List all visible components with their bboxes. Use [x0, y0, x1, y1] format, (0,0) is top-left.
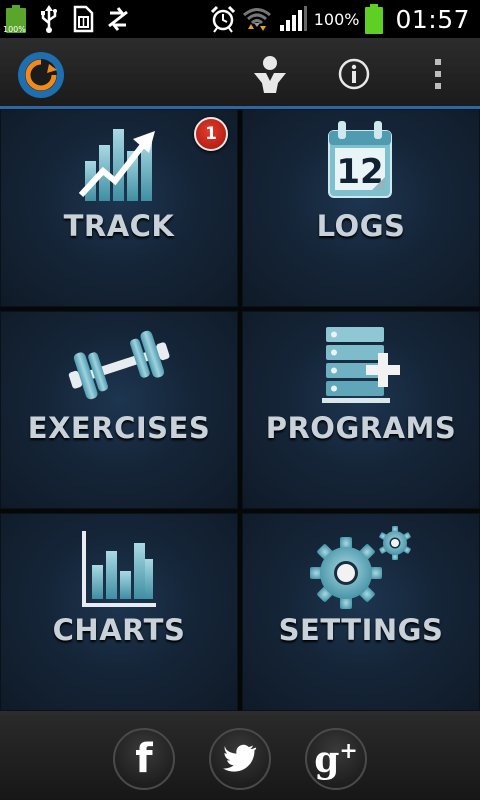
google-plus-icon: g +: [314, 740, 358, 778]
track-chart-arrow-icon: [79, 129, 155, 201]
settings-tile[interactable]: SETTINGS: [242, 513, 480, 711]
usb-icon: [41, 5, 57, 33]
facebook-icon: f: [135, 736, 153, 782]
dumbbell-icon: [68, 330, 170, 400]
main-menu-grid: TRACK 1 12 LOGS EXERCISES PROGRAMS CHART…: [0, 109, 480, 711]
twitter-icon: [223, 744, 257, 772]
google-plus-glyph: +: [339, 738, 358, 764]
track-label: TRACK: [63, 209, 175, 243]
exercises-label: EXERCISES: [27, 411, 211, 445]
logs-tile[interactable]: 12 LOGS: [242, 109, 480, 307]
notification-badge: 1: [194, 117, 228, 151]
info-icon: [338, 58, 370, 90]
facebook-button[interactable]: f: [113, 728, 175, 790]
profile-icon: [254, 56, 286, 93]
calendar-icon: 12: [328, 121, 392, 198]
status-left-icons: 100%: [3, 4, 130, 34]
social-bar: f g +: [0, 711, 480, 800]
google-g-glyph: g: [314, 739, 340, 781]
battery-percent: 100%: [313, 9, 360, 29]
programs-tile[interactable]: PROGRAMS: [242, 311, 480, 509]
signal-icon: [279, 6, 307, 31]
profile-button[interactable]: [248, 52, 292, 96]
info-button[interactable]: [332, 52, 376, 96]
overflow-menu-icon: [435, 59, 441, 89]
charts-label: CHARTS: [52, 613, 186, 647]
sim-icon: [73, 5, 94, 33]
action-bar: [0, 38, 480, 109]
alarm-icon: [210, 5, 235, 33]
twitter-button[interactable]: [209, 728, 271, 790]
small-battery-text: 100%: [3, 25, 26, 34]
overflow-menu-button[interactable]: [416, 52, 460, 96]
track-tile[interactable]: TRACK 1: [0, 109, 238, 307]
wifi-icon: [242, 8, 271, 31]
battery-icon: 100%: [3, 5, 26, 34]
battery-icon: [365, 4, 384, 34]
program-list-add-icon: [322, 327, 400, 403]
clock: 01:57: [395, 4, 470, 34]
programs-label: PROGRAMS: [265, 411, 457, 445]
sync-icon: [108, 7, 128, 31]
settings-label: SETTINGS: [278, 613, 444, 647]
google-plus-button[interactable]: g +: [305, 728, 367, 790]
logs-label: LOGS: [316, 209, 406, 243]
exercises-tile[interactable]: EXERCISES: [0, 311, 238, 509]
status-right-icons: 100% 01:57: [210, 2, 470, 36]
bar-chart-icon: [82, 531, 156, 607]
gears-icon: [310, 526, 411, 609]
charts-tile[interactable]: CHARTS: [0, 513, 238, 711]
status-bar: 100% 100% 01:57: [0, 0, 480, 38]
app-logo-icon[interactable]: [16, 50, 66, 100]
